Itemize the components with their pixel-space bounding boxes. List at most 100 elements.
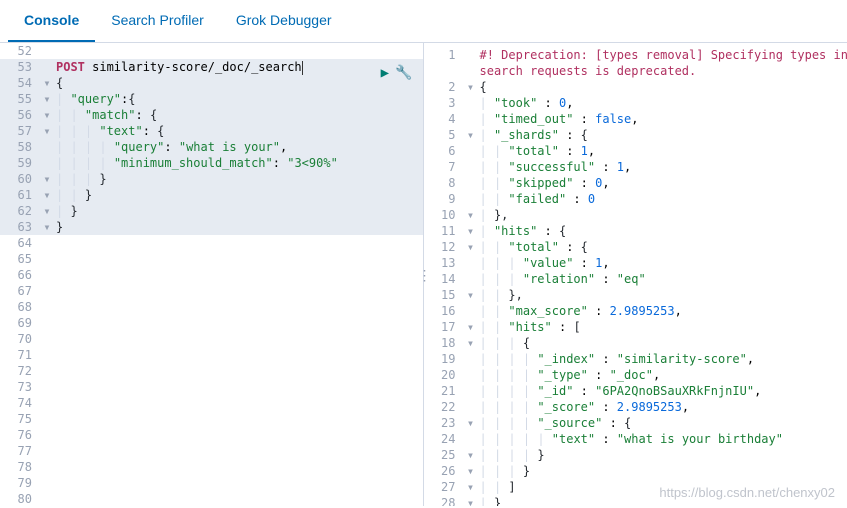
fold-toggle[interactable]: ▾ xyxy=(42,187,52,203)
fold-toggle[interactable]: ▾ xyxy=(466,319,476,335)
pane-splitter[interactable]: ⋮ xyxy=(418,267,430,284)
code-line[interactable]: 72 xyxy=(0,363,423,379)
line-number: 18 xyxy=(424,335,466,351)
code-line[interactable]: 75 xyxy=(0,411,423,427)
code-line[interactable]: 61▾| | } xyxy=(0,187,423,203)
fold-toggle[interactable]: ▾ xyxy=(466,479,476,495)
fold-toggle[interactable]: ▾ xyxy=(42,219,52,235)
line-number: 13 xyxy=(424,255,466,271)
response-line: 12▾| | "total" : { xyxy=(424,239,847,255)
fold-toggle[interactable]: ▾ xyxy=(42,203,52,219)
response-line: 25▾| | | | } xyxy=(424,447,847,463)
line-number: 62 xyxy=(0,203,42,219)
line-number: 24 xyxy=(424,431,466,447)
fold-toggle[interactable]: ▾ xyxy=(466,447,476,463)
request-line[interactable]: 53POST similarity-score/_doc/_search xyxy=(0,59,423,75)
line-number: 58 xyxy=(0,139,42,155)
tab-console[interactable]: Console xyxy=(8,0,95,42)
fold-toggle xyxy=(466,159,476,175)
response-line: 10▾| }, xyxy=(424,207,847,223)
line-number: 27 xyxy=(424,479,466,495)
line-number: 78 xyxy=(0,459,42,475)
line-number: 12 xyxy=(424,239,466,255)
line-number: 73 xyxy=(0,379,42,395)
response-line: 19| | | | "_index" : "similarity-score", xyxy=(424,351,847,367)
line-number: 7 xyxy=(424,159,466,175)
code-line[interactable]: 71 xyxy=(0,347,423,363)
code-line[interactable]: 54▾{ xyxy=(0,75,423,91)
code-line[interactable]: 55▾| "query":{ xyxy=(0,91,423,107)
response-line: 5▾| "_shards" : { xyxy=(424,127,847,143)
wrench-icon[interactable]: 🔧 xyxy=(395,65,412,81)
fold-toggle[interactable]: ▾ xyxy=(466,223,476,239)
fold-gutter xyxy=(42,43,52,59)
request-editor[interactable]: ▶ 🔧 5253POST similarity-score/_doc/_sear… xyxy=(0,43,424,506)
code-line[interactable]: 70 xyxy=(0,331,423,347)
code-line[interactable]: 66 xyxy=(0,267,423,283)
tab-grok-debugger[interactable]: Grok Debugger xyxy=(220,0,348,42)
line-number: 1 xyxy=(424,47,466,63)
fold-toggle[interactable]: ▾ xyxy=(466,463,476,479)
fold-toggle[interactable]: ▾ xyxy=(42,91,52,107)
response-line: 23▾| | | | "_source" : { xyxy=(424,415,847,431)
code-line[interactable]: 56▾| | "match": { xyxy=(0,107,423,123)
code-line[interactable]: 78 xyxy=(0,459,423,475)
response-line: 13| | | "value" : 1, xyxy=(424,255,847,271)
fold-toggle[interactable]: ▾ xyxy=(466,207,476,223)
line-number: 55 xyxy=(0,91,42,107)
tab-search-profiler[interactable]: Search Profiler xyxy=(95,0,220,42)
code-line[interactable]: 63▾} xyxy=(0,219,423,235)
response-line: 22| | | | "_score" : 2.9895253, xyxy=(424,399,847,415)
code-line[interactable]: 60▾| | | } xyxy=(0,171,423,187)
fold-toggle[interactable]: ▾ xyxy=(466,335,476,351)
response-line: 24| | | | | "text" : "what is your birth… xyxy=(424,431,847,447)
play-icon[interactable]: ▶ xyxy=(381,65,389,81)
response-viewer[interactable]: 1#! Deprecation: [types removal] Specify… xyxy=(424,43,847,506)
response-line: 21| | | | "_id" : "6PA2QnoBSauXRkFnjnIU"… xyxy=(424,383,847,399)
fold-toggle[interactable]: ▾ xyxy=(42,107,52,123)
code-line[interactable]: 73 xyxy=(0,379,423,395)
editor-panes: ▶ 🔧 5253POST similarity-score/_doc/_sear… xyxy=(0,43,847,506)
fold-toggle[interactable]: ▾ xyxy=(42,75,52,91)
fold-toggle[interactable]: ▾ xyxy=(42,171,52,187)
fold-toggle[interactable]: ▾ xyxy=(466,495,476,506)
fold-toggle[interactable]: ▾ xyxy=(466,79,476,95)
fold-toggle[interactable]: ▾ xyxy=(466,415,476,431)
fold-toggle xyxy=(466,143,476,159)
line-number: 2 xyxy=(424,79,466,95)
fold-toggle xyxy=(42,139,52,155)
code-line[interactable]: 57▾| | | "text": { xyxy=(0,123,423,139)
line-number: 4 xyxy=(424,111,466,127)
code-line[interactable]: 80 xyxy=(0,491,423,506)
code-line[interactable]: 59| | | | "minimum_should_match": "3<90%… xyxy=(0,155,423,171)
code-line[interactable]: 67 xyxy=(0,283,423,299)
code-line[interactable]: 69 xyxy=(0,315,423,331)
response-line: 14| | | "relation" : "eq" xyxy=(424,271,847,287)
code-line[interactable]: 64 xyxy=(0,235,423,251)
line-number: 75 xyxy=(0,411,42,427)
line-number: 64 xyxy=(0,235,42,251)
code-line[interactable]: 76 xyxy=(0,427,423,443)
line-number: 25 xyxy=(424,447,466,463)
dev-tools-tabs: Console Search Profiler Grok Debugger xyxy=(0,0,847,43)
line-number: 28 xyxy=(424,495,466,506)
code-line[interactable]: 77 xyxy=(0,443,423,459)
code-line[interactable]: 68 xyxy=(0,299,423,315)
fold-toggle[interactable]: ▾ xyxy=(42,123,52,139)
fold-toggle[interactable]: ▾ xyxy=(466,287,476,303)
code-line[interactable]: 58| | | | "query": "what is your", xyxy=(0,139,423,155)
code-line[interactable]: 74 xyxy=(0,395,423,411)
fold-toggle xyxy=(466,367,476,383)
fold-toggle[interactable]: ▾ xyxy=(466,127,476,143)
line-number: 68 xyxy=(0,299,42,315)
code-line[interactable]: 62▾| } xyxy=(0,203,423,219)
line-number: 52 xyxy=(0,43,42,59)
line-number: 77 xyxy=(0,443,42,459)
fold-toggle xyxy=(466,191,476,207)
code-line[interactable]: 65 xyxy=(0,251,423,267)
line-number: 59 xyxy=(0,155,42,171)
fold-toggle[interactable]: ▾ xyxy=(466,239,476,255)
response-line: 11▾| "hits" : { xyxy=(424,223,847,239)
line-number: 11 xyxy=(424,223,466,239)
code-line[interactable]: 79 xyxy=(0,475,423,491)
